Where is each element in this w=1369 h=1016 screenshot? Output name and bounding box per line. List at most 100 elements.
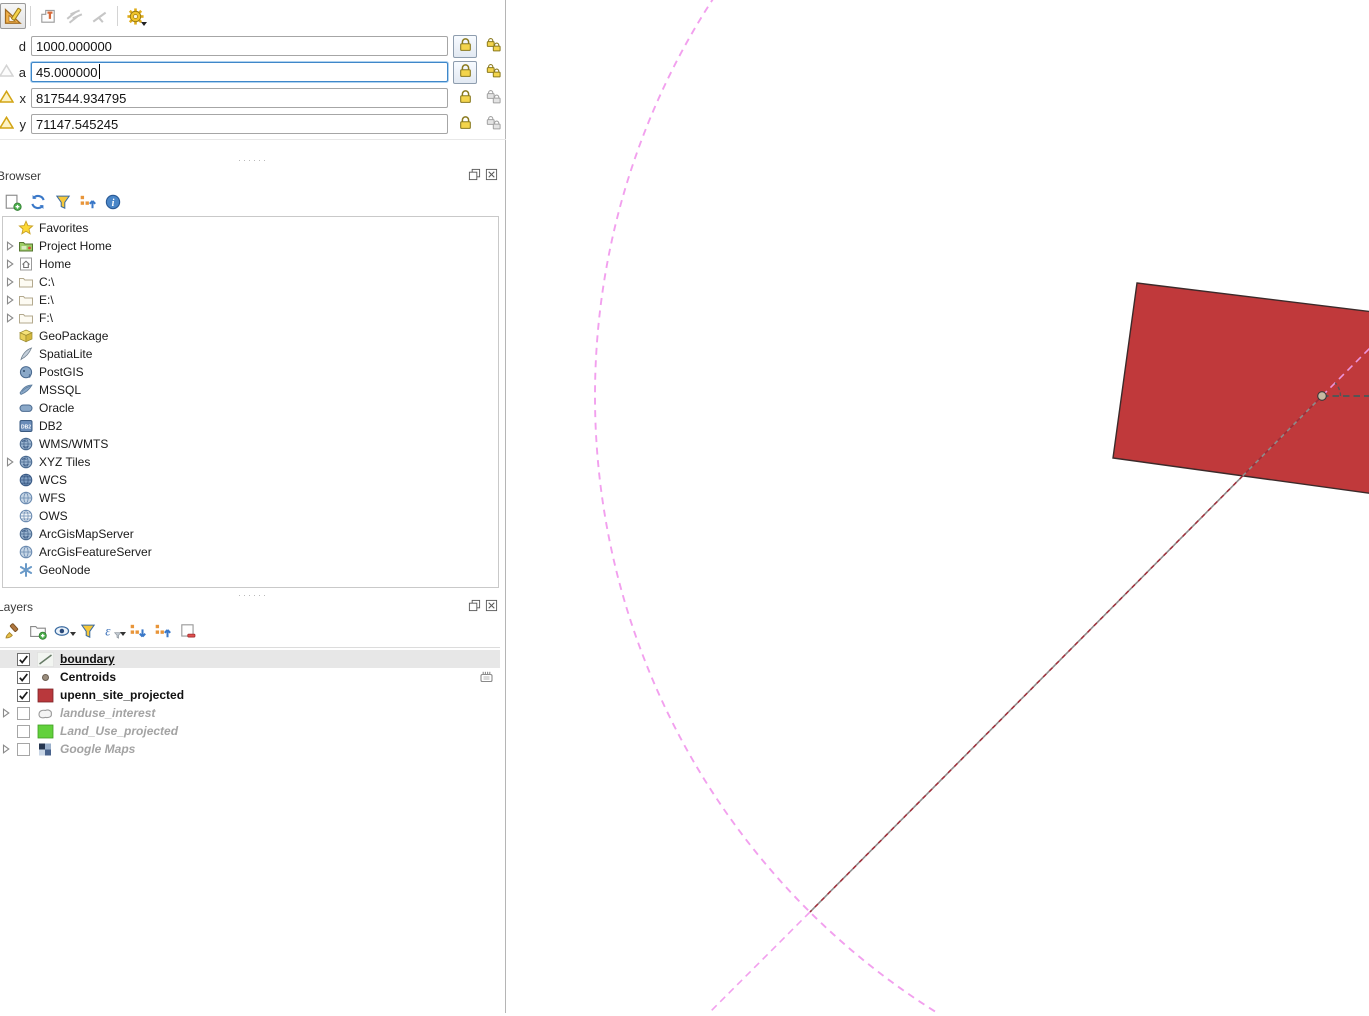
refresh-button[interactable] xyxy=(25,191,50,214)
map-canvas[interactable] xyxy=(507,0,1369,1016)
add-group-button[interactable] xyxy=(25,620,50,643)
parallel-constraint-button[interactable] xyxy=(61,3,87,29)
expand-arrow-icon[interactable] xyxy=(3,295,17,305)
expand-arrow-icon[interactable] xyxy=(3,313,17,323)
styling-panel-button[interactable] xyxy=(0,620,25,643)
float-panel-button[interactable] xyxy=(468,168,482,182)
layer-row-land-use-projected[interactable]: Land_Use_projected xyxy=(0,722,500,740)
expand-arrow-icon[interactable] xyxy=(0,744,13,754)
lock-distance-button[interactable] xyxy=(453,34,477,58)
y-coordinate-input[interactable] xyxy=(31,114,448,134)
expand-all-button[interactable] xyxy=(125,620,150,643)
lock-y-button[interactable] xyxy=(453,113,477,136)
browser-item-wms-wmts[interactable]: WMS/WMTS xyxy=(3,435,498,453)
expand-arrow-icon[interactable] xyxy=(3,259,17,269)
properties-widget-button[interactable]: i xyxy=(100,191,125,214)
collapse-all-button[interactable] xyxy=(75,191,100,214)
distance-input[interactable] xyxy=(31,36,448,56)
expand-arrow-icon[interactable] xyxy=(3,457,17,467)
filter-expression-button[interactable]: ε xyxy=(100,620,126,643)
expand-arrow-icon[interactable] xyxy=(3,241,17,251)
float-panel-button[interactable] xyxy=(468,599,482,613)
browser-item-arcgismapserver[interactable]: ArcGisMapServer xyxy=(3,525,498,543)
layer-visibility-checkbox[interactable] xyxy=(17,652,30,666)
browser-item-home[interactable]: Home xyxy=(3,255,498,273)
repeat-lock-angle-button[interactable] xyxy=(481,61,505,84)
browser-item-geopackage[interactable]: GeoPackage xyxy=(3,327,498,345)
text-caret xyxy=(99,64,100,79)
browser-item-arcgisfeatureserver[interactable]: ArcGisFeatureServer xyxy=(3,543,498,561)
browser-item-geonode[interactable]: GeoNode xyxy=(3,561,498,579)
repeat-lock-y-button[interactable] xyxy=(481,113,505,136)
browser-item-f[interactable]: F:\ xyxy=(3,309,498,327)
globe-light-icon xyxy=(17,544,34,560)
delta-x-icon[interactable] xyxy=(0,89,15,106)
properties-widget-icon: i xyxy=(105,194,120,210)
enable-advanced-digitizing-button[interactable] xyxy=(0,3,26,29)
splitter-handle[interactable]: ······ xyxy=(0,156,506,165)
angle-input[interactable] xyxy=(31,62,448,82)
close-panel-button[interactable] xyxy=(485,599,499,613)
browser-item-project-home[interactable]: Project Home xyxy=(3,237,498,255)
float-icon xyxy=(468,599,481,612)
browser-item-wfs[interactable]: WFS xyxy=(3,489,498,507)
construction-mode-icon xyxy=(41,9,55,23)
section-divider xyxy=(0,139,506,140)
browser-item-ows[interactable]: OWS xyxy=(3,507,498,525)
repeat-lock-x-button[interactable] xyxy=(481,87,505,110)
layer-row-landuse-interest[interactable]: landuse_interest xyxy=(0,704,500,722)
padlock-icon xyxy=(458,89,473,107)
folder-icon xyxy=(17,292,34,308)
green-fill-icon xyxy=(37,724,54,739)
delta-angle-icon[interactable] xyxy=(0,63,15,80)
filter-legend-button[interactable] xyxy=(75,620,100,643)
splitter-handle[interactable]: ······ xyxy=(0,591,506,600)
browser-item-oracle[interactable]: Oracle xyxy=(3,399,498,417)
construction-mode-button[interactable] xyxy=(35,3,61,29)
repeat-lock-distance-button[interactable] xyxy=(481,35,505,58)
browser-item-db2[interactable]: DB2 DB2 xyxy=(3,417,498,435)
perpendicular-constraint-button[interactable] xyxy=(87,3,113,29)
browser-item-wcs[interactable]: WCS xyxy=(3,471,498,489)
close-panel-button[interactable] xyxy=(485,168,499,182)
add-selected-layers-button[interactable] xyxy=(0,191,25,214)
layer-row-boundary[interactable]: boundary xyxy=(0,650,500,668)
polygon-outline-icon xyxy=(37,706,54,721)
layer-row-google-maps[interactable]: Google Maps xyxy=(0,740,500,758)
filter-browser-button[interactable] xyxy=(50,191,75,214)
lock-x-button[interactable] xyxy=(453,87,477,110)
browser-item-e[interactable]: E:\ xyxy=(3,291,498,309)
remove-layer-button[interactable] xyxy=(175,620,200,643)
layers-toolbar: ε xyxy=(0,619,506,643)
browser-item-favorites[interactable]: Favorites xyxy=(3,219,498,237)
delta-y-icon[interactable] xyxy=(0,115,15,132)
advanced-digitizing-toolbar xyxy=(0,2,148,30)
cad-input-rows: d a x y xyxy=(0,33,506,137)
map-themes-button[interactable] xyxy=(50,620,76,643)
browser-item-xyz-tiles[interactable]: XYZ Tiles xyxy=(3,453,498,471)
browser-item-c[interactable]: C:\ xyxy=(3,273,498,291)
cad-settings-button[interactable] xyxy=(122,3,148,29)
x-coordinate-input[interactable] xyxy=(31,88,448,108)
expand-arrow-icon[interactable] xyxy=(3,277,17,287)
layer-visibility-checkbox[interactable] xyxy=(17,670,30,684)
browser-item-label: E:\ xyxy=(39,293,54,307)
browser-item-mssql[interactable]: MSSQL xyxy=(3,381,498,399)
lock-angle-button[interactable] xyxy=(453,60,477,84)
refresh-icon xyxy=(30,194,45,210)
layer-visibility-checkbox[interactable] xyxy=(17,742,30,756)
layer-visibility-checkbox[interactable] xyxy=(17,706,30,720)
expand-arrow-icon[interactable] xyxy=(0,708,13,718)
cad-row-y: y xyxy=(0,111,506,137)
x-label: x xyxy=(19,90,27,106)
layer-visibility-checkbox[interactable] xyxy=(17,688,30,702)
filter-browser-icon xyxy=(55,195,70,209)
layer-row-upenn-site-projected[interactable]: upenn_site_projected xyxy=(0,686,500,704)
browser-item-postgis[interactable]: PostGIS xyxy=(3,363,498,381)
layer-visibility-checkbox[interactable] xyxy=(17,724,30,738)
float-icon xyxy=(468,168,481,181)
browser-item-spatialite[interactable]: SpatiaLite xyxy=(3,345,498,363)
collapse-all-button[interactable] xyxy=(150,620,175,643)
toolbar-separator xyxy=(117,6,118,26)
layer-row-centroids[interactable]: Centroids xyxy=(0,668,500,686)
